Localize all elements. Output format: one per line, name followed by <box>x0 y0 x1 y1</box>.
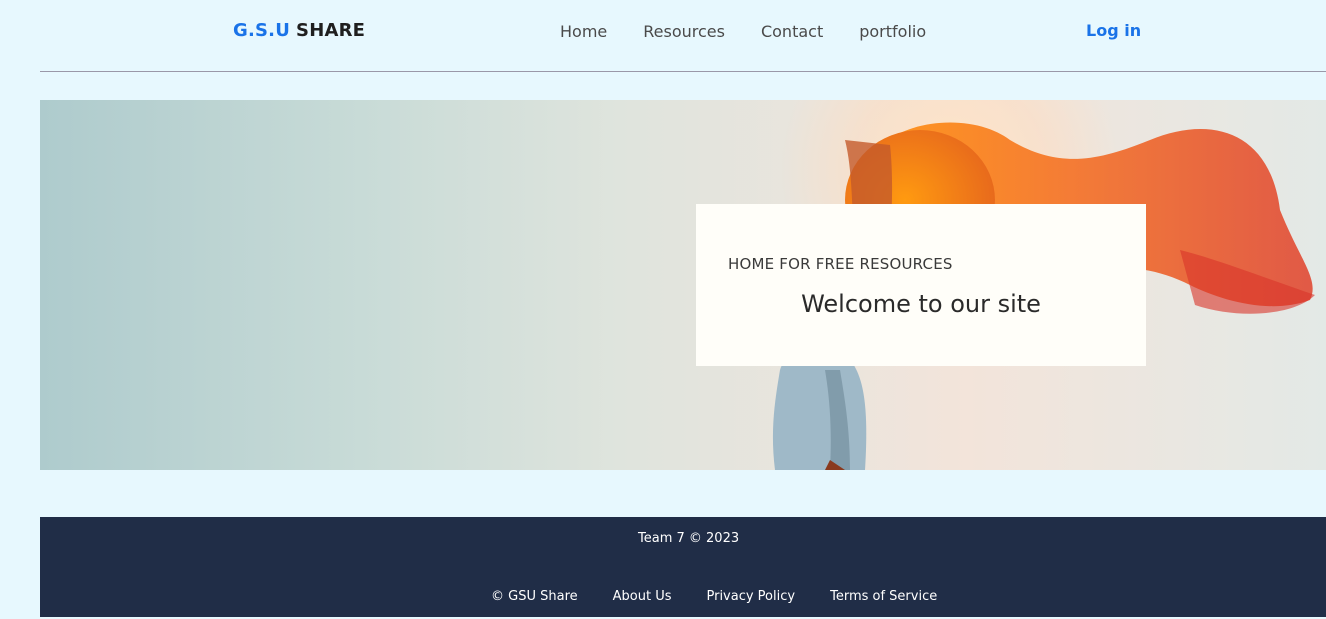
header-divider <box>40 71 1326 72</box>
footer-terms-link[interactable]: Terms of Service <box>830 589 937 604</box>
footer-about-us-link[interactable]: About Us <box>613 589 672 604</box>
nav-resources[interactable]: Resources <box>643 22 725 41</box>
nav-contact[interactable]: Contact <box>761 22 823 41</box>
nav-portfolio[interactable]: portfolio <box>859 22 926 41</box>
hero-eyebrow: HOME FOR FREE RESOURCES <box>728 255 953 273</box>
site-footer: Team 7 © 2023 © GSU Share About Us Priva… <box>40 517 1326 617</box>
footer-links: © GSU Share About Us Privacy Policy Term… <box>491 589 937 604</box>
brand-share: SHARE <box>296 20 366 41</box>
hero-banner: HOME FOR FREE RESOURCES Welcome to our s… <box>40 100 1326 470</box>
footer-copyright: Team 7 © 2023 <box>638 531 740 546</box>
footer-brand: © GSU Share <box>491 589 578 604</box>
site-logo[interactable]: G.S.U SHARE <box>233 20 365 41</box>
hero-headline: Welcome to our site <box>801 290 1041 318</box>
login-link[interactable]: Log in <box>1086 21 1141 40</box>
hero-card: HOME FOR FREE RESOURCES Welcome to our s… <box>696 204 1146 366</box>
footer-privacy-policy-link[interactable]: Privacy Policy <box>706 589 795 604</box>
main-nav: Home Resources Contact portfolio <box>560 22 926 41</box>
brand-gsu: G.S.U <box>233 20 291 41</box>
nav-home[interactable]: Home <box>560 22 607 41</box>
